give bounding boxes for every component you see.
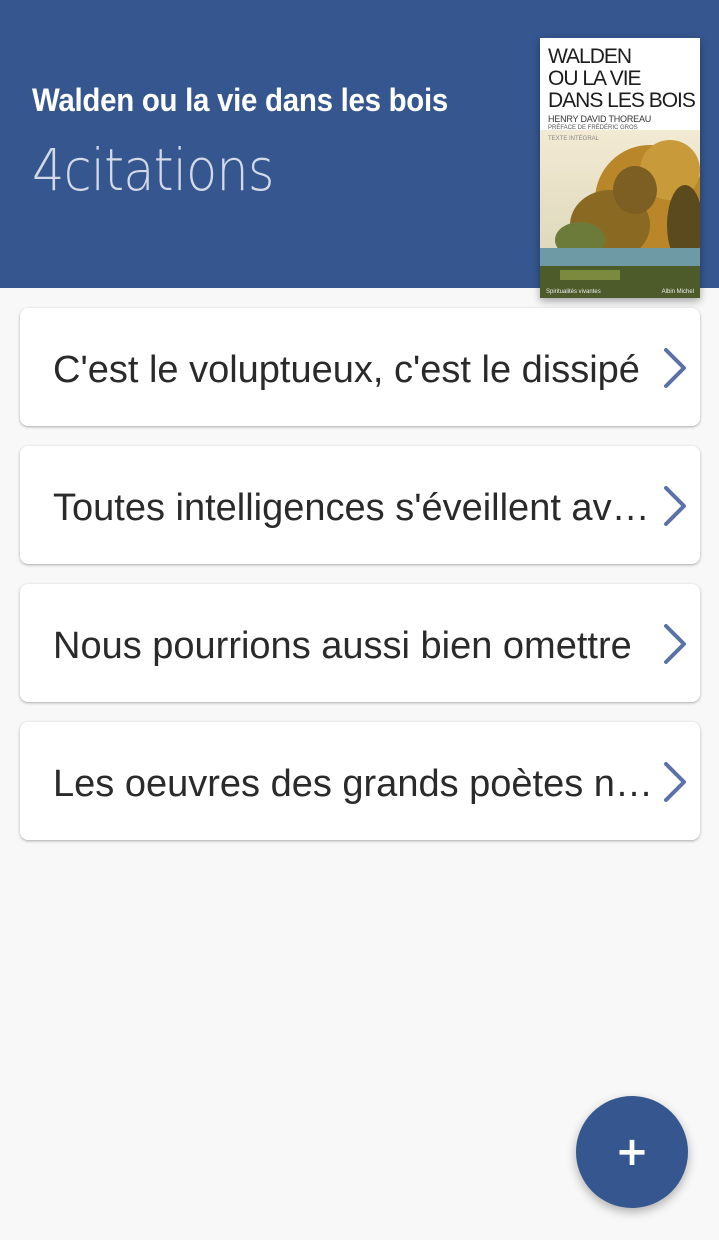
cover-illustration	[540, 130, 700, 298]
cover-title: WALDEN OU LA VIE DANS LES BOIS	[548, 46, 698, 112]
quote-count: 4citations	[32, 136, 274, 204]
chevron-right-icon	[664, 486, 686, 526]
quote-card[interactable]: Toutes intelligences s'éveillent avec le…	[20, 446, 700, 564]
cover-publisher: Albin Michel	[661, 289, 694, 295]
cover-footer: Spiritualités vivantes Albin Michel	[540, 286, 700, 298]
book-title: Walden ou la vie dans les bois	[32, 82, 448, 118]
plus-icon: +	[615, 1129, 649, 1175]
add-quote-button[interactable]: +	[576, 1096, 688, 1208]
cover-preface: PRÉFACE DE FRÉDÉRIC GROS	[548, 125, 638, 131]
quote-text: C'est le voluptueux, c'est le dissipé	[53, 349, 640, 391]
cover-title-line: WALDEN	[548, 45, 632, 68]
quote-card[interactable]: Les oeuvres des grands poètes n'ont	[20, 722, 700, 840]
quote-text: Toutes intelligences s'éveillent avec le…	[53, 487, 653, 529]
chevron-right-icon	[664, 624, 686, 664]
chevron-right-icon	[664, 762, 686, 802]
quote-card[interactable]: Nous pourrions aussi bien omettre	[20, 584, 700, 702]
quote-text: Nous pourrions aussi bien omettre	[53, 625, 632, 667]
book-cover[interactable]: WALDEN OU LA VIE DANS LES BOIS HENRY DAV…	[540, 38, 700, 298]
quote-count-number: 4	[32, 136, 64, 204]
quote-count-label: citations	[63, 136, 275, 204]
quote-text: Les oeuvres des grands poètes n'ont	[53, 763, 653, 805]
quote-list: C'est le voluptueux, c'est le dissipé To…	[20, 308, 700, 860]
cover-title-line: OU LA VIE	[548, 67, 642, 90]
cover-author: HENRY DAVID THOREAU	[548, 114, 652, 124]
chevron-right-icon	[664, 348, 686, 388]
cover-edition: TEXTE INTÉGRAL	[548, 136, 600, 142]
cover-title-line: DANS LES BOIS	[548, 89, 696, 112]
cover-collection: Spiritualités vivantes	[546, 289, 601, 295]
quote-card[interactable]: C'est le voluptueux, c'est le dissipé	[20, 308, 700, 426]
